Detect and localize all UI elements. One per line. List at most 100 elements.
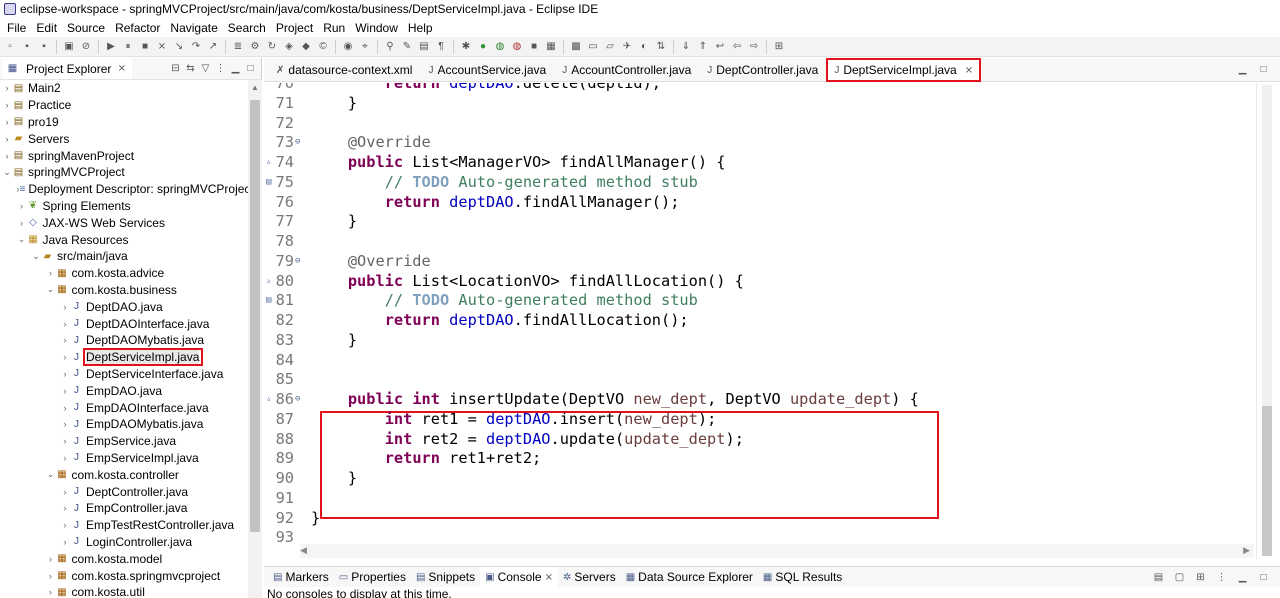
refresh-icon[interactable]: ↻	[265, 40, 279, 54]
collapse-all-icon[interactable]: ⊟	[169, 62, 182, 75]
tree-item[interactable]: › ▤ Main2	[0, 80, 248, 97]
code-line[interactable]: 92}	[264, 508, 1254, 528]
tree-item[interactable]: › J DeptDAOMybatis.java	[0, 332, 248, 349]
sync-icon[interactable]: ⇅	[654, 40, 668, 54]
minimize-icon[interactable]: ▁	[229, 62, 242, 75]
last-edit-location-icon[interactable]: ↩	[713, 40, 727, 54]
collapsed-chevron-icon[interactable]: ›	[60, 302, 70, 312]
open-type-icon[interactable]: ◉	[341, 40, 355, 54]
menu-navigate[interactable]: Navigate	[165, 21, 222, 35]
code-line[interactable]: 79 ⊖ @Override	[264, 251, 1254, 271]
tree-item[interactable]: › J EmpTestRestController.java	[0, 517, 248, 534]
code-line[interactable]: 76 return deptDAO.findAllManager();	[264, 192, 1254, 212]
tree-item[interactable]: › J DeptController.java	[0, 483, 248, 500]
collapsed-chevron-icon[interactable]: ›	[60, 503, 70, 513]
build-all-icon[interactable]: ▩	[569, 40, 583, 54]
collapsed-chevron-icon[interactable]: ›	[60, 319, 70, 329]
back-icon[interactable]: ⇦	[730, 40, 744, 54]
tree-item[interactable]: › ◇ JAX-WS Web Services	[0, 214, 248, 231]
explorer-scroll-thumb[interactable]	[250, 100, 260, 532]
tree-item[interactable]: ⌄ ▦ com.kosta.controller	[0, 466, 248, 483]
toggle-mark-occurrences-icon[interactable]: ✎	[400, 40, 414, 54]
collapsed-chevron-icon[interactable]: ›	[2, 151, 12, 161]
code-line[interactable]: 71 }	[264, 93, 1254, 113]
editor-tab[interactable]: J AccountService.java	[420, 59, 554, 81]
tools-icon[interactable]: ✈	[620, 40, 634, 54]
collapsed-chevron-icon[interactable]: ›	[17, 201, 27, 211]
maximize-icon[interactable]: □	[1257, 571, 1270, 584]
pin-console-icon[interactable]: ▢	[1173, 571, 1186, 584]
code-line[interactable]: ▵ 80 public List<LocationVO> findAllLocat…	[264, 271, 1254, 291]
build-icon[interactable]: ▦	[544, 40, 558, 54]
tree-item[interactable]: › J EmpServiceImpl.java	[0, 450, 248, 467]
editor-horizontal-scrollbar[interactable]: ◀ ▶	[300, 544, 1254, 558]
expanded-chevron-icon[interactable]: ⌄	[2, 167, 12, 178]
tree-item[interactable]: › J EmpController.java	[0, 500, 248, 517]
collapsed-chevron-icon[interactable]: ›	[60, 436, 70, 446]
tree-item[interactable]: › J EmpDAOMybatis.java	[0, 416, 248, 433]
new-icon[interactable]: ▫	[3, 40, 17, 54]
next-annotation-icon[interactable]: ⇓	[679, 40, 693, 54]
stop-icon[interactable]: ■	[527, 40, 541, 54]
tree-item[interactable]: › ≡ Deployment Descriptor: springMVCProjec	[0, 181, 249, 198]
fold-toggle-icon[interactable]: ⊖	[294, 394, 302, 404]
tree-item[interactable]: › J EmpService.java	[0, 433, 248, 450]
search-icon[interactable]: ⚲	[383, 40, 397, 54]
override-marker-icon[interactable]: ▵	[266, 276, 271, 286]
menu-source[interactable]: Source	[62, 21, 110, 35]
collapsed-chevron-icon[interactable]: ›	[2, 134, 12, 144]
tree-item[interactable]: ⌄ ▤ springMVCProject	[0, 164, 248, 181]
code-line[interactable]: ▵ 74 public List<ManagerVO> findAllManage…	[264, 152, 1254, 172]
menu-run[interactable]: Run	[318, 21, 350, 35]
menu-project[interactable]: Project	[271, 21, 318, 35]
tree-item[interactable]: › J EmpDAOInterface.java	[0, 399, 248, 416]
bottom-tab[interactable]: ▤ Snippets	[411, 567, 480, 587]
code-line[interactable]: 83 }	[264, 330, 1254, 350]
collapsed-chevron-icon[interactable]: ›	[17, 218, 27, 228]
collapsed-chevron-icon[interactable]: ›	[46, 268, 56, 278]
tree-item[interactable]: › J LoginController.java	[0, 534, 248, 551]
code-line[interactable]: ▤ 81 // TODO Auto-generated method stub	[264, 290, 1254, 310]
bottom-tab[interactable]: ▦ Data Source Explorer	[621, 567, 758, 587]
editor-tab[interactable]: J AccountController.java	[554, 59, 699, 81]
editor-tab[interactable]: ✗ datasource-context.xml	[268, 59, 420, 81]
fold-toggle-icon[interactable]: ⊖	[294, 137, 302, 147]
tree-item[interactable]: › ▦ com.kosta.advice	[0, 265, 248, 282]
code-line[interactable]: 78	[264, 231, 1254, 251]
collapsed-chevron-icon[interactable]: ›	[46, 571, 56, 581]
menu-file[interactable]: File	[2, 21, 31, 35]
resume-icon[interactable]: ▶	[104, 40, 118, 54]
close-tab-icon[interactable]: ⨯	[545, 572, 553, 583]
new-class-icon[interactable]: ©	[316, 40, 330, 54]
menu-edit[interactable]: Edit	[31, 21, 62, 35]
collapsed-chevron-icon[interactable]: ›	[60, 520, 70, 530]
external-tools-icon[interactable]: ◍	[510, 40, 524, 54]
toggle-block-selection-icon[interactable]: ▤	[417, 40, 431, 54]
collapsed-chevron-icon[interactable]: ›	[60, 419, 70, 429]
tree-item[interactable]: › J DeptServiceInterface.java	[0, 366, 248, 383]
collapsed-chevron-icon[interactable]: ›	[60, 537, 70, 547]
step-return-icon[interactable]: ↗	[206, 40, 220, 54]
code-line[interactable]: 89 return ret1+ret2;	[264, 448, 1254, 468]
skip-breakpoints-icon[interactable]: ⊘	[79, 40, 93, 54]
view-menu-icon[interactable]: ⋮	[1215, 571, 1228, 584]
task-marker-icon[interactable]: ▤	[266, 295, 271, 305]
collapsed-chevron-icon[interactable]: ›	[2, 117, 12, 127]
tree-item[interactable]: › J DeptDAOInterface.java	[0, 315, 248, 332]
menu-refactor[interactable]: Refactor	[110, 21, 165, 35]
terminate-icon[interactable]: ■	[138, 40, 152, 54]
tree-item[interactable]: › ▤ Practice	[0, 97, 248, 114]
link-with-editor-icon[interactable]: ⇆	[184, 62, 197, 75]
tree-item[interactable]: › ▦ com.kosta.springmvcproject	[0, 567, 248, 584]
expanded-chevron-icon[interactable]: ⌄	[31, 251, 41, 262]
tree-item[interactable]: › ▤ springMavenProject	[0, 147, 248, 164]
tree-item[interactable]: › J DeptDAO.java	[0, 298, 248, 315]
new-java-project-icon[interactable]: ◈	[282, 40, 296, 54]
tree-item[interactable]: › J EmpDAO.java	[0, 382, 248, 399]
forward-icon[interactable]: ⇨	[747, 40, 761, 54]
tree-item[interactable]: › ▤ pro19	[0, 114, 248, 131]
collapsed-chevron-icon[interactable]: ›	[60, 352, 70, 362]
close-icon[interactable]: ⨯	[115, 62, 128, 75]
scroll-left-icon[interactable]: ◀	[300, 545, 307, 556]
code-line[interactable]: ▤ 75 // TODO Auto-generated method stub	[264, 172, 1254, 192]
